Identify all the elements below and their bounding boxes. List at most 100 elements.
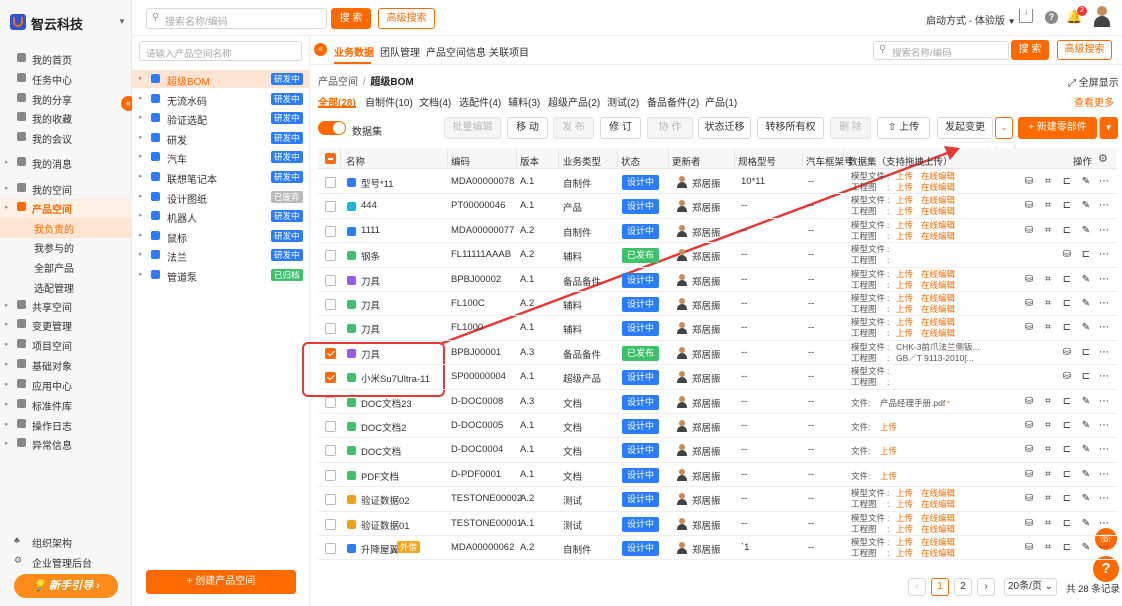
layers-icon[interactable]: ⛁ <box>1062 347 1072 358</box>
column-header[interactable]: 编码 <box>451 154 470 168</box>
nav-expand-icon[interactable]: ▸ <box>5 340 9 348</box>
row-name[interactable]: 验证数据01 <box>361 518 410 532</box>
column-header[interactable]: 汽车框架号 <box>806 154 854 168</box>
layers-icon[interactable]: ⛁ <box>1024 299 1034 309</box>
more-icon[interactable]: ⋯ <box>1099 543 1109 553</box>
ds-edit-link[interactable]: 在线编辑 <box>921 499 955 510</box>
expand-nodes-icon[interactable]: ⌗ <box>1043 299 1053 309</box>
row-checkbox[interactable] <box>325 225 336 237</box>
tree-icon[interactable]: ⊏ <box>1062 225 1072 236</box>
ds-edit-link[interactable]: 在线编辑 <box>921 304 955 315</box>
nav-expand-icon[interactable]: ▸ <box>5 400 9 408</box>
row-name[interactable]: 型号*11 <box>361 176 394 190</box>
edit-icon[interactable]: ✎ <box>1081 299 1091 309</box>
nav-item-label[interactable]: 我的收藏 <box>32 111 72 126</box>
row-name[interactable]: DOC文档 <box>361 444 401 458</box>
more-icon[interactable]: ⋯ <box>1099 177 1109 187</box>
ds-edit-link[interactable]: 在线编辑 <box>921 206 955 217</box>
tab-1[interactable]: 团队管理 <box>380 44 420 59</box>
filter-tab[interactable]: 文档(4) <box>419 94 451 109</box>
layers-icon[interactable]: ⛁ <box>1024 543 1034 553</box>
more-icon[interactable]: ⋯ <box>1099 372 1109 382</box>
nav-expand-icon[interactable]: ▸ <box>5 203 9 211</box>
ds-edit-link[interactable]: 在线编辑 <box>921 220 955 231</box>
tree-expand-icon[interactable]: ▸ <box>139 94 143 102</box>
nav-item-label[interactable]: 标准件库 <box>32 398 72 413</box>
nav-item-label[interactable]: 我的消息 <box>32 156 72 171</box>
pager-next[interactable]: › <box>977 578 995 596</box>
tree-expand-icon[interactable]: ▸ <box>139 133 143 141</box>
pager-page-2[interactable]: 2 <box>954 578 972 596</box>
tree-item-label[interactable]: 管道泵 <box>167 269 197 284</box>
expand-nodes-icon[interactable]: ⌗ <box>1043 177 1053 187</box>
edit-icon[interactable]: ✎ <box>1081 396 1091 407</box>
nav-item-label[interactable]: 任务中心 <box>32 72 72 87</box>
tree-icon[interactable]: ⊏ <box>1062 274 1072 285</box>
ds-upload-link[interactable]: 上传 <box>880 445 897 457</box>
edit-icon[interactable]: ✎ <box>1081 518 1091 529</box>
nav-expand-icon[interactable]: ▸ <box>5 360 9 368</box>
edit-icon[interactable]: ✎ <box>1081 201 1091 211</box>
ds-upload-link[interactable]: 上传 <box>896 182 913 193</box>
more-icon[interactable]: ⋯ <box>1099 323 1109 333</box>
ds-upload-link[interactable]: 上传 <box>896 499 913 510</box>
filter-tab[interactable]: 选配件(4) <box>459 94 501 109</box>
more-icon[interactable]: ⋯ <box>1099 518 1109 529</box>
row-name[interactable]: 444 <box>361 200 377 211</box>
ds-file-name[interactable]: 产品经理手册.pdf <box>880 397 945 409</box>
layers-icon[interactable]: ⛁ <box>1024 274 1034 285</box>
select-all-checkbox[interactable] <box>325 153 336 164</box>
tree-expand-icon[interactable]: ▸ <box>139 152 143 160</box>
ds-edit-link[interactable]: 在线编辑 <box>921 328 955 339</box>
layers-icon[interactable]: ⛁ <box>1024 323 1034 333</box>
layers-icon[interactable]: ⛁ <box>1024 396 1034 407</box>
more-icon[interactable]: ⋯ <box>1099 274 1109 285</box>
nav-expand-icon[interactable]: ▸ <box>5 184 9 192</box>
tree-icon[interactable]: ⊏ <box>1062 177 1072 187</box>
tree-item-label[interactable]: 汽车 <box>167 151 187 166</box>
ds-upload-link[interactable]: 上传 <box>896 269 913 280</box>
nav-item-label[interactable]: 选配管理 <box>34 280 74 295</box>
nav-item-label[interactable]: 我参与的 <box>34 240 74 255</box>
expand-nodes-icon[interactable]: ⌗ <box>1043 323 1053 333</box>
tree-icon[interactable]: ⊏ <box>1062 543 1072 553</box>
layers-icon[interactable]: ⛁ <box>1062 250 1072 260</box>
ds-upload-link[interactable]: 上传 <box>896 548 913 559</box>
nav-expand-icon[interactable]: ▸ <box>5 439 9 447</box>
row-checkbox[interactable] <box>325 299 336 310</box>
expand-nodes-icon[interactable]: ⌗ <box>1043 469 1053 480</box>
pager-page-1[interactable]: 1 <box>931 578 949 596</box>
more-icon[interactable]: ⋯ <box>1099 347 1109 358</box>
settings-icon[interactable]: ⚙ <box>1098 152 1108 165</box>
ds-upload-link[interactable]: 上传 <box>880 470 897 482</box>
expand-nodes-icon[interactable]: ⌗ <box>1043 421 1053 431</box>
row-checkbox[interactable] <box>325 445 336 457</box>
ds-upload-link[interactable]: 上传 <box>896 231 913 242</box>
nav-expand-icon[interactable]: ▸ <box>5 420 9 428</box>
pager-size-select[interactable]: 20条/页 ⌄ <box>1004 578 1057 596</box>
layers-icon[interactable]: ⛁ <box>1062 372 1072 382</box>
row-name[interactable]: 1111 <box>361 225 380 236</box>
row-checkbox[interactable] <box>325 494 336 506</box>
tree-item-label[interactable]: 超级BOM <box>167 73 210 88</box>
ds-upload-link[interactable]: 上传 <box>896 524 913 535</box>
ds-upload-link[interactable]: 上传 <box>896 328 913 339</box>
nav-item-label[interactable]: 基础对象 <box>32 358 72 373</box>
column-header[interactable]: 状态 <box>621 154 640 168</box>
ds-edit-link[interactable]: 在线编辑 <box>921 195 955 206</box>
row-name[interactable]: DOC文档23 <box>361 396 412 410</box>
tab-3[interactable]: 关联项目 <box>489 44 529 59</box>
row-name[interactable]: 刀具 <box>361 274 380 288</box>
column-header[interactable]: 更新者 <box>672 154 701 168</box>
expand-nodes-icon[interactable]: ⌗ <box>1043 543 1053 553</box>
expand-nodes-icon[interactable]: ⌗ <box>1043 518 1053 529</box>
tree-item-label[interactable]: 研发 <box>167 132 187 147</box>
ds-model-file[interactable]: CHK-3前爪法兰侧钣... <box>896 342 980 353</box>
layers-icon[interactable]: ⛁ <box>1024 445 1034 455</box>
tree-item-label[interactable]: 联想笔记本 <box>167 171 217 186</box>
nav-expand-icon[interactable]: ▸ <box>5 301 9 309</box>
tree-icon[interactable]: ⊏ <box>1062 469 1072 480</box>
more-icon[interactable]: ⋯ <box>1099 225 1109 236</box>
row-checkbox[interactable] <box>325 323 336 335</box>
pager-prev[interactable]: ‹ <box>908 578 926 596</box>
